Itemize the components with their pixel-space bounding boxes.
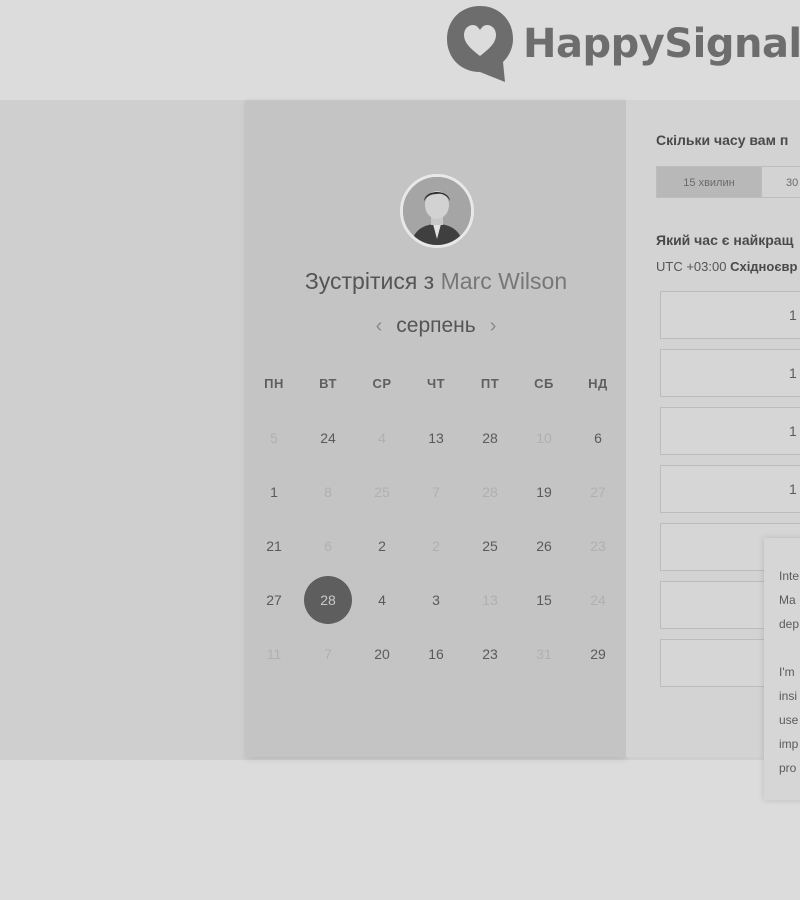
time-slot-label: 1 — [789, 481, 797, 497]
prev-month-button[interactable]: ‹ — [376, 315, 383, 338]
calendar-day-selected[interactable]: 28 — [304, 576, 352, 624]
calendar-day: 7 — [432, 484, 440, 500]
duration-question: Скільки часу вам п — [656, 132, 789, 148]
time-slot-button[interactable]: 1 — [660, 407, 800, 455]
weekday-header: СБ — [534, 376, 554, 391]
month-navigation: ‹ серпень › — [246, 314, 626, 338]
calendar-week-row: 11 7 20 16 23 31 29 — [246, 634, 626, 688]
time-slot-label: 1 — [789, 423, 797, 439]
calendar-week-row: 27 28 4 3 13 15 24 — [246, 576, 626, 634]
timezone-offset: UTC +03:00 — [656, 259, 727, 274]
calendar-day[interactable]: 28 — [463, 418, 517, 458]
popup-text-line: I'm — [779, 665, 795, 679]
weekday-header: ПТ — [480, 376, 500, 391]
calendar-day: 7 — [324, 646, 332, 662]
weekday-header: ЧТ — [426, 376, 446, 391]
calendar-day[interactable]: 25 — [463, 526, 517, 566]
calendar-day[interactable]: 20 — [355, 634, 409, 674]
time-slot-label: 1 — [789, 365, 797, 381]
calendar-day[interactable]: 23 — [463, 634, 517, 674]
time-slot-button[interactable]: 1 — [660, 291, 800, 339]
calendar-day: 24 — [590, 592, 606, 608]
duration-15-button[interactable]: 15 хвилин — [656, 166, 762, 198]
duration-selector: 15 хвилин 30 — [656, 166, 800, 198]
calendar-day[interactable]: 29 — [571, 634, 625, 674]
calendar-day: 2 — [432, 538, 440, 554]
calendar-day: 23 — [590, 538, 606, 554]
person-avatar-icon — [403, 177, 471, 245]
weekday-header-row: ПН ВТ СР ЧТ ПТ СБ НД — [246, 364, 626, 404]
calendar-day: 11 — [266, 646, 282, 662]
popup-text-line: Ma — [779, 593, 796, 607]
time-slot-button[interactable]: 1 — [660, 349, 800, 397]
timezone-name: Східноєвр — [730, 259, 798, 274]
popup-text-line: insi — [779, 689, 798, 703]
page: HappySignals Зустрітися з Marc Wilson ‹ … — [0, 0, 800, 900]
calendar-day: 6 — [324, 538, 332, 554]
weekday-header: ВТ — [319, 376, 337, 391]
calendar-day: 13 — [482, 592, 498, 608]
calendar-day[interactable]: 15 — [517, 580, 571, 620]
calendar-day[interactable]: 1 — [247, 472, 301, 512]
meeting-title: Зустрітися з Marc Wilson — [246, 268, 626, 295]
weekday-header: НД — [588, 376, 608, 391]
calendar-day: 25 — [374, 484, 390, 500]
calendar-day[interactable]: 4 — [355, 580, 409, 620]
host-name: Marc Wilson — [440, 268, 568, 294]
heart-bubble-icon — [447, 6, 513, 82]
calendar-day[interactable]: 26 — [517, 526, 571, 566]
calendar-day[interactable]: 16 — [409, 634, 463, 674]
month-label: серпень — [396, 314, 476, 337]
next-month-button[interactable]: › — [490, 315, 497, 338]
avatar — [400, 174, 474, 248]
calendar-day[interactable]: 21 — [247, 526, 301, 566]
meeting-title-prefix: Зустрітися з — [304, 268, 435, 294]
chat-popup[interactable]: Inte Ma dep I'm insi use imp pro — [764, 538, 800, 800]
calendar-day: 8 — [324, 484, 332, 500]
weekday-header: ПН — [264, 376, 284, 391]
calendar-day[interactable]: 2 — [355, 526, 409, 566]
calendar-day: 4 — [378, 430, 386, 446]
calendar-week-row: 5 24 4 13 28 10 6 — [246, 418, 626, 472]
duration-30-button[interactable]: 30 — [762, 166, 800, 198]
calendar-day[interactable]: 3 — [409, 580, 463, 620]
time-question: Який час є найкращ — [656, 232, 794, 248]
calendar-day: 27 — [590, 484, 606, 500]
weekday-header: СР — [372, 376, 392, 391]
calendar-grid: ПН ВТ СР ЧТ ПТ СБ НД 5 24 4 13 28 10 6 1 8 25 7 28 19 27 21 6 2… — [246, 364, 626, 688]
time-slot-button[interactable]: 1 — [660, 465, 800, 513]
calendar-day[interactable]: 24 — [301, 418, 355, 458]
popup-text-line: pro — [779, 761, 797, 775]
time-slot-label: 1 — [789, 307, 797, 323]
calendar-panel: Зустрітися з Marc Wilson ‹ серпень › ПН В… — [246, 100, 626, 757]
calendar-week-row: 21 6 2 2 25 26 23 — [246, 526, 626, 580]
calendar-day[interactable]: 27 — [247, 580, 301, 620]
calendar-day[interactable]: 13 — [409, 418, 463, 458]
popup-text-line: use — [779, 713, 799, 727]
calendar-day: 10 — [536, 430, 552, 446]
grid-spacer — [246, 404, 626, 418]
calendar-day: 5 — [270, 430, 278, 446]
brand-logo: HappySignals — [445, 4, 800, 84]
timezone-label[interactable]: UTC +03:00 Східноєвр — [656, 259, 797, 274]
popup-text-line: Inte — [779, 569, 800, 583]
calendar-day[interactable]: 19 — [517, 472, 571, 512]
calendar-day: 31 — [536, 646, 552, 662]
calendar-day[interactable]: 6 — [571, 418, 625, 458]
calendar-day: 28 — [482, 484, 498, 500]
brand-name: HappySignals — [523, 21, 800, 67]
calendar-week-row: 1 8 25 7 28 19 27 — [246, 472, 626, 526]
popup-text-line: imp — [779, 737, 799, 751]
popup-text-line: dep — [779, 617, 800, 631]
